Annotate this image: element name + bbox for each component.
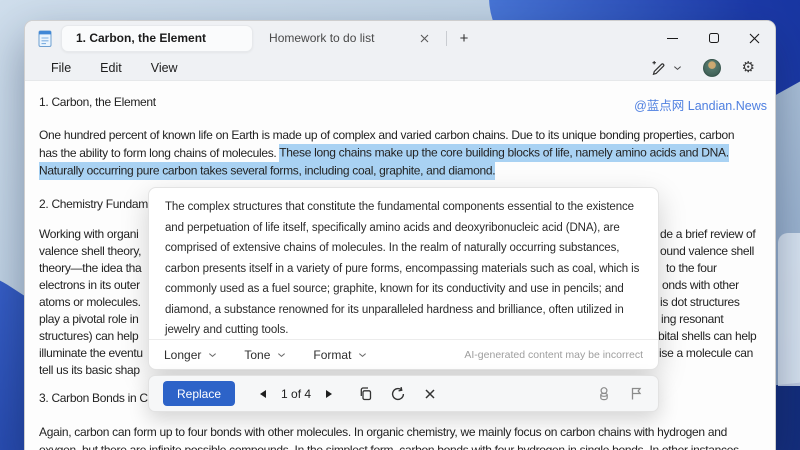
doc-fragment-left: valence shell theory, [39,244,142,258]
tab-label: Homework to do list [269,31,375,45]
ai-disclaimer: AI-generated content may be incorrect [464,348,643,361]
notepad-window: 1. Carbon, the Element Homework to do li… [24,20,776,450]
background-window-edge [778,233,800,386]
doc-paragraph-line: Again, carbon can form up to four bonds … [39,425,727,439]
tab-close-icon[interactable] [415,29,433,47]
titlebar: 1. Carbon, the Element Homework to do li… [25,21,775,55]
doc-fragment-right: de a brief review of [660,227,756,241]
desktop: 1. Carbon, the Element Homework to do li… [0,0,800,450]
doc-fragment-left: atoms or molecules. [39,295,141,309]
copy-button[interactable] [358,386,373,401]
tab-divider [446,30,448,46]
minimize-button[interactable] [652,21,693,55]
doc-paragraph-line: Naturally occurring pure carbon takes se… [39,161,496,180]
menubar: File Edit View ⚙ [25,55,775,81]
rewrite-pen-icon [652,61,664,75]
doc-paragraph-line: One hundred percent of known life on Ear… [39,128,735,142]
doc-fragment-right: ise a molecule can [659,346,753,360]
tab-homework-to-do-list[interactable]: Homework to do list [253,25,441,52]
doc-fragment-left: structures) can help [39,329,139,343]
credits-icon [600,386,608,400]
close-button[interactable] [734,21,775,55]
next-suggestion-icon[interactable] [326,389,333,398]
chevron-down-icon [673,65,681,70]
length-dropdown[interactable]: Longer [164,348,217,362]
close-icon [425,388,435,399]
doc-fragment-left: Working with organi [39,227,139,241]
doc-fragment-right: to the four [666,261,717,275]
feedback-button[interactable] [629,386,644,401]
rewrite-options-row: Longer Tone Format AI-generated content … [149,339,658,369]
doc-fragment-right: onds with other [662,278,739,292]
doc-paragraph-line: has the ability to form long chains of m… [39,144,729,162]
copy-icon [360,387,372,401]
doc-fragment-left: tell us its basic shap [39,363,140,377]
doc-fragment-left: electrons in its outer [39,278,140,292]
plus-icon: + [459,29,469,47]
maximize-button[interactable] [693,21,734,55]
watermark: @蓝点网 Landian.News [634,99,767,113]
chevron-down-icon [209,352,217,357]
tab-label: 1. Carbon, the Element [76,31,207,45]
doc-fragment-left: illuminate the eventu [39,346,143,360]
doc-heading-3: 3. Carbon Bonds in C [39,391,148,405]
avatar [702,58,721,77]
new-tab-button[interactable]: + [452,26,476,50]
rewrite-menu-button[interactable] [645,57,688,78]
tone-dropdown[interactable]: Tone [244,348,286,362]
settings-button[interactable]: ⚙ [736,57,761,78]
regenerate-button[interactable] [390,386,406,402]
credits-button[interactable] [596,386,612,402]
format-dropdown[interactable]: Format [313,348,367,362]
doc-heading-2: 2. Chemistry Fundam [39,197,149,211]
doc-fragment-right: is dot structures [660,295,740,309]
doc-fragment-right: ing resonant [661,312,724,326]
dismiss-button[interactable] [423,387,437,401]
menu-file[interactable]: File [41,58,81,78]
previous-suggestion-icon[interactable] [260,389,267,398]
minimize-icon [667,37,678,39]
menu-view[interactable]: View [141,58,188,78]
selected-text: Naturally occurring pure carbon takes se… [39,161,496,180]
chevron-down-icon [278,352,286,357]
rewrite-suggestion-text: The complex structures that constitute t… [165,201,640,336]
close-icon [749,33,760,43]
notepad-icon [38,30,52,47]
selected-text: These long chains make up the core build… [279,144,729,162]
refresh-icon [391,386,405,400]
maximize-icon [708,33,719,43]
doc-fragment-right: ound valence shell [660,244,755,258]
suggestion-pagination: 1 of 4 [281,386,312,401]
doc-paragraph-line: oxygen, but there are infinite possible … [39,442,742,450]
rewrite-action-bar: Replace 1 of 4 [148,375,659,412]
gear-icon: ⚙ [741,59,755,76]
replace-button[interactable]: Replace [163,381,236,406]
flag-icon [631,387,642,400]
tab-carbon-the-element[interactable]: 1. Carbon, the Element [61,24,254,52]
doc-heading-1: 1. Carbon, the Element [39,95,156,109]
account-button[interactable] [697,56,727,80]
doc-fragment-right: bital shells can help [658,329,757,343]
doc-fragment-left: theory—the idea tha [39,261,142,275]
chevron-down-icon [359,352,367,357]
rewrite-popup: The complex structures that constitute t… [148,187,659,370]
doc-fragment-left: play a pivotal role in [39,312,139,326]
menu-edit[interactable]: Edit [90,58,132,78]
